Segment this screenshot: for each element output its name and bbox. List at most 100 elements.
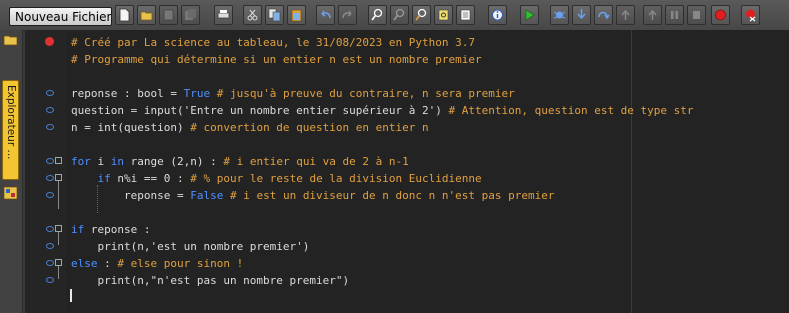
- fold-line: [58, 181, 59, 209]
- print-button[interactable]: [214, 5, 233, 25]
- step-out-button[interactable]: [616, 5, 635, 25]
- right-margin-line: [631, 30, 632, 313]
- breakpoint-icon: [715, 9, 726, 21]
- code-comment: # Créé par La science au tableau, le 31/…: [71, 36, 475, 49]
- search-icon: [371, 8, 383, 21]
- code-line[interactable]: print(n,"n'est pas un nombre premier"): [71, 272, 349, 289]
- code-text: range (2,n) :: [124, 155, 224, 168]
- code-line[interactable]: print(n,'est un nombre premier'): [71, 238, 309, 255]
- info-button[interactable]: [488, 5, 507, 25]
- print-icon: [217, 10, 230, 19]
- editor-gutter[interactable]: [25, 30, 66, 313]
- code-line[interactable]: n = int(question) # convertion de questi…: [71, 119, 429, 136]
- fold-toggle-icon[interactable]: [55, 174, 62, 181]
- line-marker-icon: [46, 124, 54, 130]
- line-marker-icon: [46, 90, 54, 96]
- select-all-button[interactable]: [456, 5, 475, 25]
- save-icon: [163, 9, 174, 21]
- error-marker-icon[interactable]: [45, 37, 54, 46]
- fold-line: [58, 232, 59, 245]
- redo-button[interactable]: [338, 5, 357, 25]
- code-comment: # i est un diviseur de n donc n n'est pa…: [223, 189, 555, 202]
- copy-button[interactable]: [265, 5, 284, 25]
- new-document-icon: [119, 8, 130, 22]
- line-marker-icon: [46, 226, 54, 232]
- new-document-button[interactable]: [115, 5, 134, 25]
- fold-line: [58, 266, 59, 279]
- code-comment: # i entier qui va de 2 à n-1: [223, 155, 409, 168]
- code-line[interactable]: # Créé par La science au tableau, le 31/…: [71, 34, 475, 51]
- open-folder-icon: [140, 11, 153, 21]
- run-button[interactable]: [520, 5, 539, 25]
- code-text: reponse : bool =: [71, 87, 184, 100]
- code-text: :: [97, 257, 118, 270]
- undo-icon: [321, 10, 331, 19]
- code-line[interactable]: question = input('Entre un nombre entier…: [71, 102, 694, 119]
- folder-icon[interactable]: [3, 33, 18, 47]
- save-button[interactable]: [159, 5, 178, 25]
- code-text: i: [90, 155, 111, 168]
- code-line[interactable]: else : # else pour sinon !: [71, 255, 243, 272]
- save-all-icon: [185, 9, 196, 20]
- save-all-button[interactable]: [181, 5, 200, 25]
- code-keyword: False: [190, 189, 224, 202]
- code-line[interactable]: if reponse :: [71, 221, 150, 238]
- text-cursor: [70, 289, 72, 302]
- step-back-button[interactable]: [643, 5, 662, 25]
- code-line[interactable]: # Programme qui détermine si un entier n…: [71, 51, 482, 68]
- step-over-icon: [598, 11, 610, 20]
- code-keyword: True: [183, 87, 211, 100]
- pause-icon: [671, 11, 678, 19]
- line-marker-icon: [46, 260, 54, 266]
- line-marker-icon: [46, 158, 54, 164]
- step-into-icon: [577, 9, 586, 20]
- stop-button[interactable]: [687, 5, 706, 25]
- code-line[interactable]: reponse = False # i est un diviseur de n…: [71, 187, 555, 204]
- paste-button[interactable]: [287, 5, 306, 25]
- select-all-icon: [460, 9, 471, 21]
- code-editor[interactable]: # Créé par La science au tableau, le 31/…: [25, 30, 789, 313]
- pause-button[interactable]: [665, 5, 684, 25]
- line-marker-icon: [46, 277, 54, 283]
- redo-icon: [342, 10, 352, 19]
- clear-breakpoints-button[interactable]: [741, 5, 760, 25]
- open-folder-button[interactable]: [137, 5, 156, 25]
- code-text: print(n,'est un nombre premier'): [71, 240, 310, 253]
- goto-button[interactable]: [434, 5, 453, 25]
- new-file-button[interactable]: Nouveau Fichier...: [9, 7, 112, 26]
- explorer-tab[interactable]: Explorateur ...: [2, 80, 19, 180]
- fold-toggle-icon[interactable]: [55, 259, 62, 266]
- code-text: n%i == 0 :: [110, 172, 191, 185]
- info-icon: [492, 9, 503, 21]
- code-comment: # Attention, question est de type str: [448, 104, 694, 117]
- run-icon: [525, 9, 535, 21]
- fold-toggle-icon[interactable]: [55, 225, 62, 232]
- replace-button[interactable]: [412, 5, 431, 25]
- code-line[interactable]: if n%i == 0 : # % pour le reste de la di…: [71, 170, 482, 187]
- code-comment: # else pour sinon !: [117, 257, 244, 270]
- step-over-button[interactable]: [594, 5, 613, 25]
- cut-button[interactable]: [243, 5, 262, 25]
- search-button[interactable]: [368, 5, 387, 25]
- search-next-button[interactable]: [390, 5, 409, 25]
- line-marker-icon: [46, 107, 54, 113]
- code-text: reponse :: [84, 223, 151, 236]
- breakpoint-button[interactable]: [711, 5, 730, 25]
- code-keyword: for: [71, 155, 91, 168]
- modules-icon[interactable]: [3, 186, 18, 200]
- copy-icon: [268, 8, 281, 22]
- fold-toggle-icon[interactable]: [55, 157, 62, 164]
- code-line[interactable]: for i in range (2,n) : # i entier qui va…: [71, 153, 409, 170]
- code-line[interactable]: reponse : bool = True # jusqu'à preuve d…: [71, 85, 515, 102]
- code-text: question = input('Entre un nombre entier…: [71, 104, 449, 117]
- step-into-button[interactable]: [572, 5, 591, 25]
- debug-button[interactable]: [550, 5, 569, 25]
- line-marker-icon: [46, 175, 54, 181]
- replace-icon: [415, 8, 427, 21]
- undo-button[interactable]: [316, 5, 335, 25]
- code-keyword: if: [97, 172, 111, 185]
- clear-breakpoints-icon: [746, 9, 756, 22]
- cut-icon: [247, 9, 258, 21]
- code-text: print(n,"n'est pas un nombre premier"): [71, 274, 350, 287]
